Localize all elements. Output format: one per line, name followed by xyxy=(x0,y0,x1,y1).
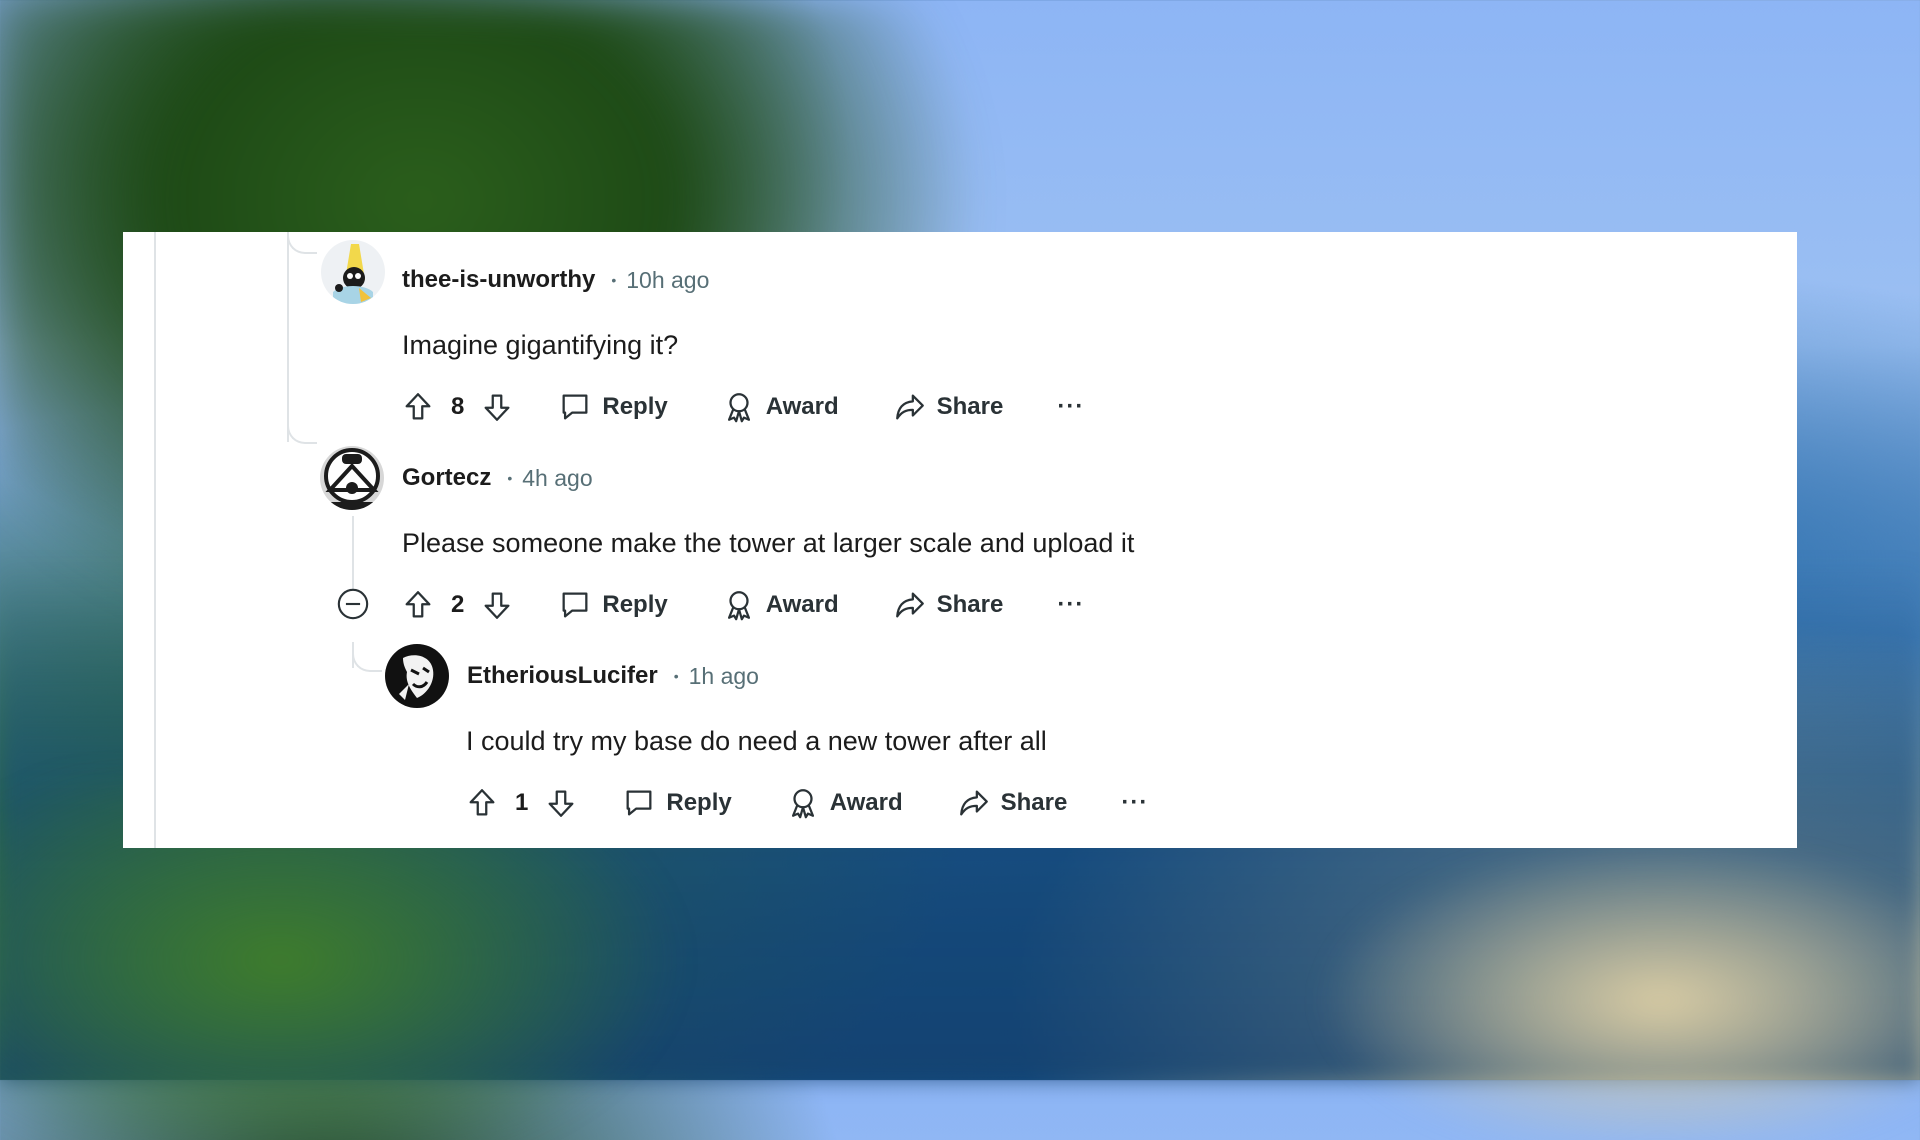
comment-actions: 2 Reply Award Share ··· xyxy=(401,583,1084,627)
reply-label: Reply xyxy=(602,393,668,420)
avatar[interactable] xyxy=(385,644,449,708)
downvote-icon xyxy=(484,394,510,421)
award-label: Award xyxy=(765,393,839,420)
comment-timestamp[interactable]: 1h ago xyxy=(689,663,759,690)
comment-icon xyxy=(626,790,652,816)
meta-separator: • xyxy=(611,272,617,288)
comment-author[interactable]: EtheriousLucifer xyxy=(467,662,658,690)
comment-icon xyxy=(562,592,588,618)
more-options-button[interactable]: ··· xyxy=(1057,393,1084,421)
share-label: Share xyxy=(936,591,1004,618)
thread-connector xyxy=(287,232,317,254)
collapse-icon[interactable] xyxy=(336,587,370,621)
share-button[interactable]: Share xyxy=(957,786,1068,820)
award-button[interactable]: Award xyxy=(786,786,903,820)
upvote-button[interactable] xyxy=(465,786,499,820)
comment-timestamp[interactable]: 4h ago xyxy=(522,465,592,492)
comment-actions: 1 Reply Award Share ··· xyxy=(465,781,1148,825)
comment-actions: 8 Reply Award Share ··· xyxy=(401,385,1084,429)
meta-separator: • xyxy=(673,668,679,684)
reply-label: Reply xyxy=(602,591,668,618)
vote-count: 2 xyxy=(451,591,465,618)
share-icon xyxy=(895,394,924,420)
award-icon xyxy=(727,393,750,423)
downvote-button[interactable] xyxy=(480,390,514,424)
reply-label: Reply xyxy=(666,789,732,816)
comment-author[interactable]: thee-is-unworthy xyxy=(402,266,595,294)
downvote-button[interactable] xyxy=(480,588,514,622)
avatar[interactable] xyxy=(320,446,384,510)
share-button[interactable]: Share xyxy=(893,390,1004,424)
thread-connector xyxy=(287,422,317,444)
share-icon xyxy=(895,592,924,618)
award-icon xyxy=(727,591,750,621)
comment-body: I could try my base do need a new tower … xyxy=(466,726,1047,756)
upvote-button[interactable] xyxy=(401,390,435,424)
avatar-image xyxy=(321,240,385,304)
upvote-icon xyxy=(405,393,431,420)
more-options-button[interactable]: ··· xyxy=(1057,591,1084,619)
thread-line-1 xyxy=(287,232,289,442)
comment-body: Please someone make the tower at larger … xyxy=(402,528,1135,558)
award-icon xyxy=(791,789,814,819)
award-label: Award xyxy=(765,591,839,618)
avatar[interactable] xyxy=(321,240,385,304)
share-label: Share xyxy=(1000,789,1068,816)
vote-count: 1 xyxy=(515,789,529,816)
thread-connector xyxy=(352,650,382,672)
reply-button[interactable]: Reply xyxy=(558,588,668,622)
comment-body: Imagine gigantifying it? xyxy=(402,330,679,360)
more-options-button[interactable]: ··· xyxy=(1121,789,1148,817)
comment-author[interactable]: Gortecz xyxy=(402,464,491,492)
upvote-icon xyxy=(469,789,495,816)
award-button[interactable]: Award xyxy=(722,390,839,424)
comment-thread-card: thee-is-unworthy • 10h ago Imagine gigan… xyxy=(123,232,1797,848)
outer-thread-line xyxy=(154,232,156,848)
downvote-button[interactable] xyxy=(544,786,578,820)
meta-separator: • xyxy=(507,470,513,486)
award-button[interactable]: Award xyxy=(722,588,839,622)
reply-button[interactable]: Reply xyxy=(622,786,732,820)
downvote-icon xyxy=(548,790,574,817)
award-label: Award xyxy=(829,789,903,816)
comment-icon xyxy=(562,394,588,420)
share-icon xyxy=(959,790,988,816)
upvote-icon xyxy=(405,591,431,618)
comment-timestamp[interactable]: 10h ago xyxy=(626,267,709,294)
share-label: Share xyxy=(936,393,1004,420)
vote-count: 8 xyxy=(451,393,465,420)
avatar-image xyxy=(385,644,449,708)
background-sand xyxy=(1280,840,1920,1140)
downvote-icon xyxy=(484,592,510,619)
share-button[interactable]: Share xyxy=(893,588,1004,622)
upvote-button[interactable] xyxy=(401,588,435,622)
reply-button[interactable]: Reply xyxy=(558,390,668,424)
avatar-image xyxy=(320,446,384,510)
